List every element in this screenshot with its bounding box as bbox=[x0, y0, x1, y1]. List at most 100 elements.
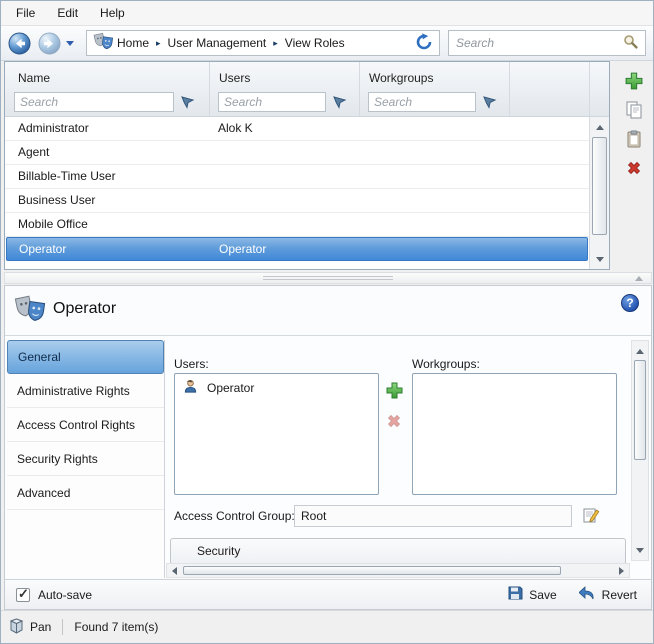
menu-edit[interactable]: Edit bbox=[46, 2, 89, 24]
access-control-group-label: Access Control Group: bbox=[174, 509, 295, 523]
detail-title: Operator bbox=[53, 300, 116, 318]
table-row[interactable]: Administrator Alok K bbox=[5, 117, 589, 141]
table-action-toolbar bbox=[615, 71, 653, 178]
table-row-selected[interactable]: Operator Operator bbox=[6, 237, 588, 261]
autosave-label[interactable]: Auto-save bbox=[38, 588, 92, 602]
table-row[interactable]: Agent bbox=[5, 141, 589, 165]
scroll-down-icon[interactable] bbox=[590, 251, 609, 267]
column-label: Workgroups bbox=[369, 71, 433, 85]
search-icon[interactable] bbox=[623, 34, 638, 52]
filter-icon[interactable] bbox=[483, 95, 497, 112]
forward-icon[interactable] bbox=[38, 32, 61, 55]
app-name-label: Pan bbox=[30, 620, 51, 634]
breadcrumb-user-management[interactable]: User Management bbox=[168, 36, 267, 50]
detail-tab-list: General Administrative Rights Access Con… bbox=[7, 340, 165, 578]
revert-button[interactable]: Revert bbox=[573, 583, 643, 606]
workgroups-label: Workgroups: bbox=[412, 357, 480, 371]
save-label: Save bbox=[529, 588, 556, 602]
scroll-up-icon[interactable] bbox=[590, 119, 609, 135]
panel-splitter[interactable] bbox=[4, 272, 652, 284]
roles-table-body: Administrator Alok K Agent Billable-Time… bbox=[5, 117, 589, 269]
table-row[interactable]: Billable-Time User bbox=[5, 165, 589, 189]
detail-horizontal-scrollbar[interactable] bbox=[166, 563, 630, 578]
autosave-checkbox[interactable] bbox=[16, 588, 30, 602]
breadcrumb-separator-icon bbox=[273, 38, 278, 49]
menu-bar: File Edit Help bbox=[1, 1, 653, 26]
scroll-right-icon[interactable] bbox=[614, 564, 629, 577]
role-masks-icon bbox=[14, 294, 48, 327]
edit-access-control-group-icon[interactable] bbox=[582, 506, 600, 527]
users-filter-input[interactable] bbox=[218, 92, 326, 112]
scroll-down-icon[interactable] bbox=[632, 542, 648, 558]
revert-label: Revert bbox=[602, 588, 637, 602]
filter-icon[interactable] bbox=[333, 95, 347, 112]
role-detail-panel: Operator General Administrative Rights A… bbox=[4, 285, 652, 610]
menu-help[interactable]: Help bbox=[89, 2, 136, 24]
menu-file[interactable]: File bbox=[5, 2, 46, 24]
list-item[interactable]: Operator bbox=[175, 374, 378, 397]
tab-access-control-rights[interactable]: Access Control Rights bbox=[7, 408, 164, 442]
security-group[interactable]: Security bbox=[170, 538, 626, 563]
scroll-left-icon[interactable] bbox=[167, 564, 182, 577]
role-users: Operator bbox=[219, 238, 266, 261]
add-user-icon[interactable] bbox=[384, 380, 404, 400]
app-window: File Edit Help Home User Management View… bbox=[0, 0, 654, 644]
paste-icon[interactable] bbox=[624, 129, 644, 149]
role-name: Business User bbox=[18, 189, 95, 212]
remove-user-icon[interactable] bbox=[384, 411, 404, 431]
scroll-up-icon[interactable] bbox=[632, 343, 648, 359]
security-group-label: Security bbox=[171, 539, 625, 563]
global-search-input[interactable] bbox=[456, 36, 623, 50]
add-role-icon[interactable] bbox=[624, 71, 644, 91]
column-header-users[interactable]: Users bbox=[210, 62, 360, 116]
filter-icon[interactable] bbox=[181, 95, 195, 112]
scrollbar-thumb[interactable] bbox=[183, 566, 561, 575]
column-label: Name bbox=[18, 71, 50, 85]
tab-security-rights[interactable]: Security Rights bbox=[7, 442, 164, 476]
users-label: Users: bbox=[174, 357, 209, 371]
roles-masks-icon bbox=[93, 32, 115, 54]
role-name: Billable-Time User bbox=[18, 165, 116, 188]
splitter-grip-icon bbox=[263, 276, 393, 280]
tab-administrative-rights[interactable]: Administrative Rights bbox=[7, 374, 164, 408]
role-users: Alok K bbox=[218, 117, 253, 140]
back-icon[interactable] bbox=[8, 32, 31, 55]
tab-general[interactable]: General bbox=[7, 340, 164, 374]
access-control-group-field[interactable] bbox=[294, 505, 572, 527]
breadcrumb-home[interactable]: Home bbox=[117, 36, 149, 50]
column-label: Users bbox=[219, 71, 250, 85]
scrollbar-thumb[interactable] bbox=[592, 137, 607, 235]
table-scrollbar[interactable] bbox=[589, 117, 609, 269]
table-row[interactable]: Business User bbox=[5, 189, 589, 213]
users-listbox[interactable]: Operator bbox=[174, 373, 379, 495]
users-edit-toolbar bbox=[383, 380, 405, 431]
navigation-toolbar: Home User Management View Roles bbox=[1, 26, 653, 61]
breadcrumb-separator-icon bbox=[156, 38, 161, 49]
table-row[interactable]: Mobile Office bbox=[5, 213, 589, 237]
result-count-label: Found 7 item(s) bbox=[74, 620, 158, 634]
tab-advanced[interactable]: Advanced bbox=[7, 476, 164, 510]
help-icon[interactable] bbox=[621, 294, 639, 312]
breadcrumb-view-roles[interactable]: View Roles bbox=[285, 36, 345, 50]
column-header-workgroups[interactable]: Workgroups bbox=[360, 62, 510, 116]
column-header-name[interactable]: Name bbox=[5, 62, 210, 116]
global-search bbox=[448, 30, 646, 56]
workgroups-listbox[interactable] bbox=[412, 373, 617, 495]
scrollbar-thumb[interactable] bbox=[634, 360, 646, 460]
revert-icon bbox=[579, 586, 596, 603]
copy-icon[interactable] bbox=[624, 100, 644, 120]
refresh-icon[interactable] bbox=[415, 33, 433, 54]
collapse-panel-icon[interactable] bbox=[635, 276, 643, 281]
role-name: Agent bbox=[18, 141, 49, 164]
role-name: Mobile Office bbox=[18, 213, 88, 236]
workgroups-filter-input[interactable] bbox=[368, 92, 476, 112]
save-button[interactable]: Save bbox=[501, 582, 562, 607]
detail-scrollbar[interactable] bbox=[631, 340, 649, 561]
name-filter-input[interactable] bbox=[14, 92, 174, 112]
history-dropdown-icon[interactable] bbox=[66, 41, 74, 46]
status-bar: Pan Found 7 item(s) bbox=[1, 610, 653, 643]
delete-role-icon[interactable] bbox=[624, 158, 644, 178]
roles-table-header: Name Users Workgroups bbox=[5, 62, 609, 117]
detail-footer: Auto-save Save Revert bbox=[5, 579, 651, 609]
role-name: Operator bbox=[19, 238, 66, 261]
